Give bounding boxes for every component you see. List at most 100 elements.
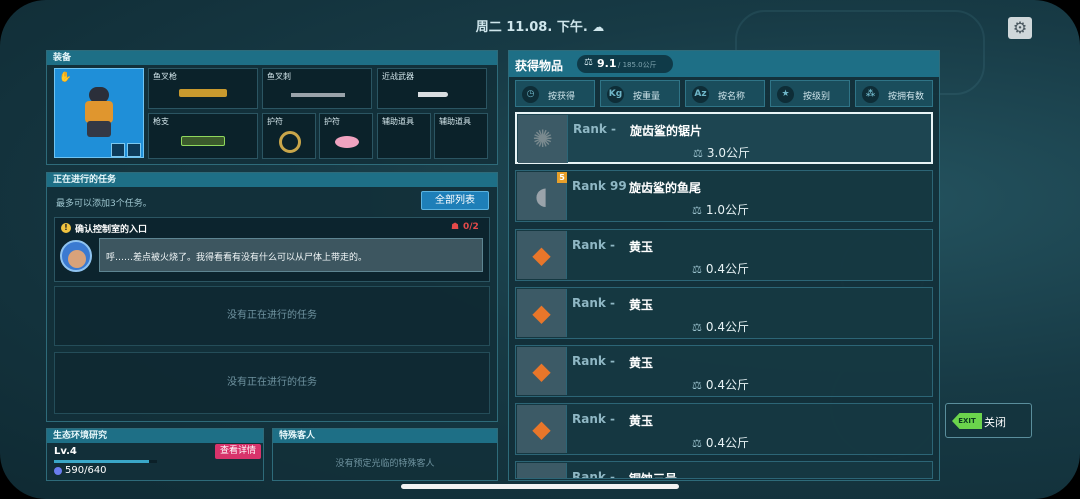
slot-label: 鱼叉枪 [153, 72, 177, 81]
tab-sort-owned[interactable]: ⁂ 按拥有数 [855, 80, 933, 107]
gear-slot-icon[interactable] [127, 143, 141, 157]
item-icon: ◆ [532, 415, 551, 443]
item-name: 黄玉 [629, 356, 654, 370]
tab-label: 按获得 [548, 92, 576, 102]
empty-quest-slot[interactable]: 没有正在进行的任务 [54, 286, 490, 346]
slot-label: 枪支 [153, 117, 169, 126]
az-icon: Az [692, 86, 709, 103]
tab-sort-acquired[interactable]: ◷ 按获得 [515, 80, 595, 107]
exp-bar-fill [54, 460, 149, 463]
equip-slot-charm-1[interactable]: 护符 [262, 113, 316, 159]
dialogue-text: 呼……差点被火烧了。我得看看有没有什么可以从尸体上带走的。 [106, 253, 368, 263]
weight-icon: ⚖ [692, 263, 702, 276]
loot-item-row[interactable]: ◆ Rank - 黄玉 ⚖ 0.4公斤 [515, 403, 933, 455]
item-thumbnail: ◖ 5 [517, 172, 567, 220]
item-rank: Rank - [572, 354, 616, 368]
home-indicator[interactable] [401, 484, 679, 489]
tab-sort-name[interactable]: Az 按名称 [685, 80, 765, 107]
gear-slot-icon[interactable] [111, 143, 125, 157]
stack-icon: ⁂ [862, 86, 879, 103]
rifle-icon [181, 136, 225, 146]
avatar [60, 240, 92, 272]
bracelet-icon [279, 131, 301, 153]
special-guests-title: 特殊客人 [273, 429, 497, 443]
harpoon-gun-icon [179, 89, 227, 97]
equip-slot-melee[interactable]: 近战武器 [377, 68, 487, 109]
clock-icon: ◷ [522, 86, 539, 103]
loot-title: 获得物品 [515, 59, 564, 73]
item-rank: Rank 99 [572, 179, 627, 193]
eco-level: Lv.4 [54, 446, 77, 457]
close-label: 关闭 [984, 416, 1006, 429]
dialogue-box: 呼……差点被火烧了。我得看看有没有什么可以从尸体上带走的。 [99, 238, 483, 272]
tab-sort-rank[interactable]: ★ 按级别 [770, 80, 850, 107]
loot-item-row[interactable]: ◆ Rank - 黄玉 ⚖ 0.4公斤 [515, 287, 933, 339]
item-thumbnail: ✺ [518, 115, 568, 163]
item-weight: ⚖ 0.4公斤 [692, 434, 749, 451]
weight-icon: Kg [607, 86, 624, 103]
exit-icon: EXIT [952, 413, 982, 429]
diver-icon [81, 87, 117, 139]
item-weight-value: 0.4公斤 [705, 378, 749, 392]
quest-limit-note: 最多可以添加3个任务。 [56, 199, 152, 209]
loot-item-row[interactable]: ◆ Rank - 黄玉 ⚖ 0.4公斤 [515, 229, 933, 281]
active-quest-card[interactable]: ! 确认控制室的入口 ☗ 0/2 呼……差点被火烧了。我得看看有没有什么可以从尸… [54, 217, 490, 282]
equip-slot-charm-2[interactable]: 护符 [319, 113, 373, 159]
tab-sort-weight[interactable]: Kg 按重量 [600, 80, 680, 107]
alert-icon: ! [61, 223, 71, 233]
enemy-icon: ☗ [451, 222, 460, 232]
guests-empty-text: 没有预定光临的特殊客人 [335, 459, 435, 469]
date-time-text: 周二 11.08. 下午. [475, 20, 588, 35]
weight-icon: ⚖ [692, 379, 702, 392]
list-all-button[interactable]: 全部列表 [421, 191, 489, 210]
tab-label: 按级别 [803, 92, 831, 102]
hand-icon: ✋ [59, 72, 72, 83]
equip-slot-gun[interactable]: 枪支 [148, 113, 258, 159]
item-icon: ◆ [532, 241, 551, 269]
item-weight-value: 1.0公斤 [705, 203, 749, 217]
item-icon: ◆ [532, 473, 550, 478]
slot-label: 近战武器 [382, 72, 414, 81]
item-name: 旋齿鲨的鱼尾 [629, 181, 702, 195]
loot-item-row[interactable]: ✺ Rank - 旋齿鲨的锯片 ⚖ 3.0公斤 [515, 112, 933, 164]
item-name: 黄玉 [629, 414, 654, 428]
pink-fish-charm-icon [335, 136, 359, 148]
equipment-title: 装备 [47, 51, 497, 65]
item-rank: Rank - [572, 470, 616, 479]
knife-icon [418, 92, 448, 97]
gear-icon[interactable]: ⚙ [1008, 17, 1032, 39]
carried-weight: 9.1 [597, 57, 617, 70]
exp-bar [54, 460, 157, 463]
close-button[interactable]: EXIT 关闭 [945, 403, 1032, 438]
item-thumbnail: ◆ [517, 463, 567, 478]
item-weight: ⚖ 0.4公斤 [692, 376, 749, 393]
item-rank: Rank - [572, 238, 616, 252]
quests-title: 正在进行的任务 [47, 173, 497, 187]
item-name: 铜蚀三号 [629, 472, 678, 479]
empty-quest-slot[interactable]: 没有正在进行的任务 [54, 352, 490, 414]
item-name: 黄玉 [629, 240, 654, 254]
equip-slot-aux-2[interactable]: 辅助道具 [434, 113, 488, 159]
item-weight-value: 3.0公斤 [706, 146, 750, 160]
loot-item-row[interactable]: ◖ 5 Rank 99 旋齿鲨的鱼尾 ⚖ 1.0公斤 [515, 170, 933, 222]
item-weight-value: 0.4公斤 [705, 262, 749, 276]
character-portrait[interactable]: ✋ [54, 68, 144, 158]
loot-item-row[interactable]: ◆ Rank - 铜蚀三号 [515, 461, 933, 479]
eco-research-panel: 生态环境研究 Lv.4 查看详情 590/640 [46, 428, 264, 481]
date-time-display: 周二 11.08. 下午. ☁ [0, 16, 1080, 35]
weight-icon: ⚖ [692, 321, 702, 334]
slot-label: 辅助道具 [439, 117, 471, 126]
item-icon: ◖ [535, 182, 548, 210]
equip-slot-harpoon-gun[interactable]: 鱼叉枪 [148, 68, 258, 109]
item-name: 旋齿鲨的锯片 [630, 124, 703, 138]
details-button[interactable]: 查看详情 [215, 444, 261, 459]
tab-label: 按名称 [718, 92, 746, 102]
item-count-badge: 5 [557, 172, 567, 183]
equip-slot-harpoon-spear[interactable]: 鱼叉刺 [262, 68, 372, 109]
item-weight: ⚖ 3.0公斤 [693, 144, 750, 161]
star-icon: ★ [777, 86, 794, 103]
loot-item-row[interactable]: ◆ Rank - 黄玉 ⚖ 0.4公斤 [515, 345, 933, 397]
weight-pill: ⚖ 9.1 / 185.0公斤 [577, 55, 673, 73]
item-thumbnail: ◆ [517, 231, 567, 279]
equip-slot-aux-1[interactable]: 辅助道具 [377, 113, 431, 159]
